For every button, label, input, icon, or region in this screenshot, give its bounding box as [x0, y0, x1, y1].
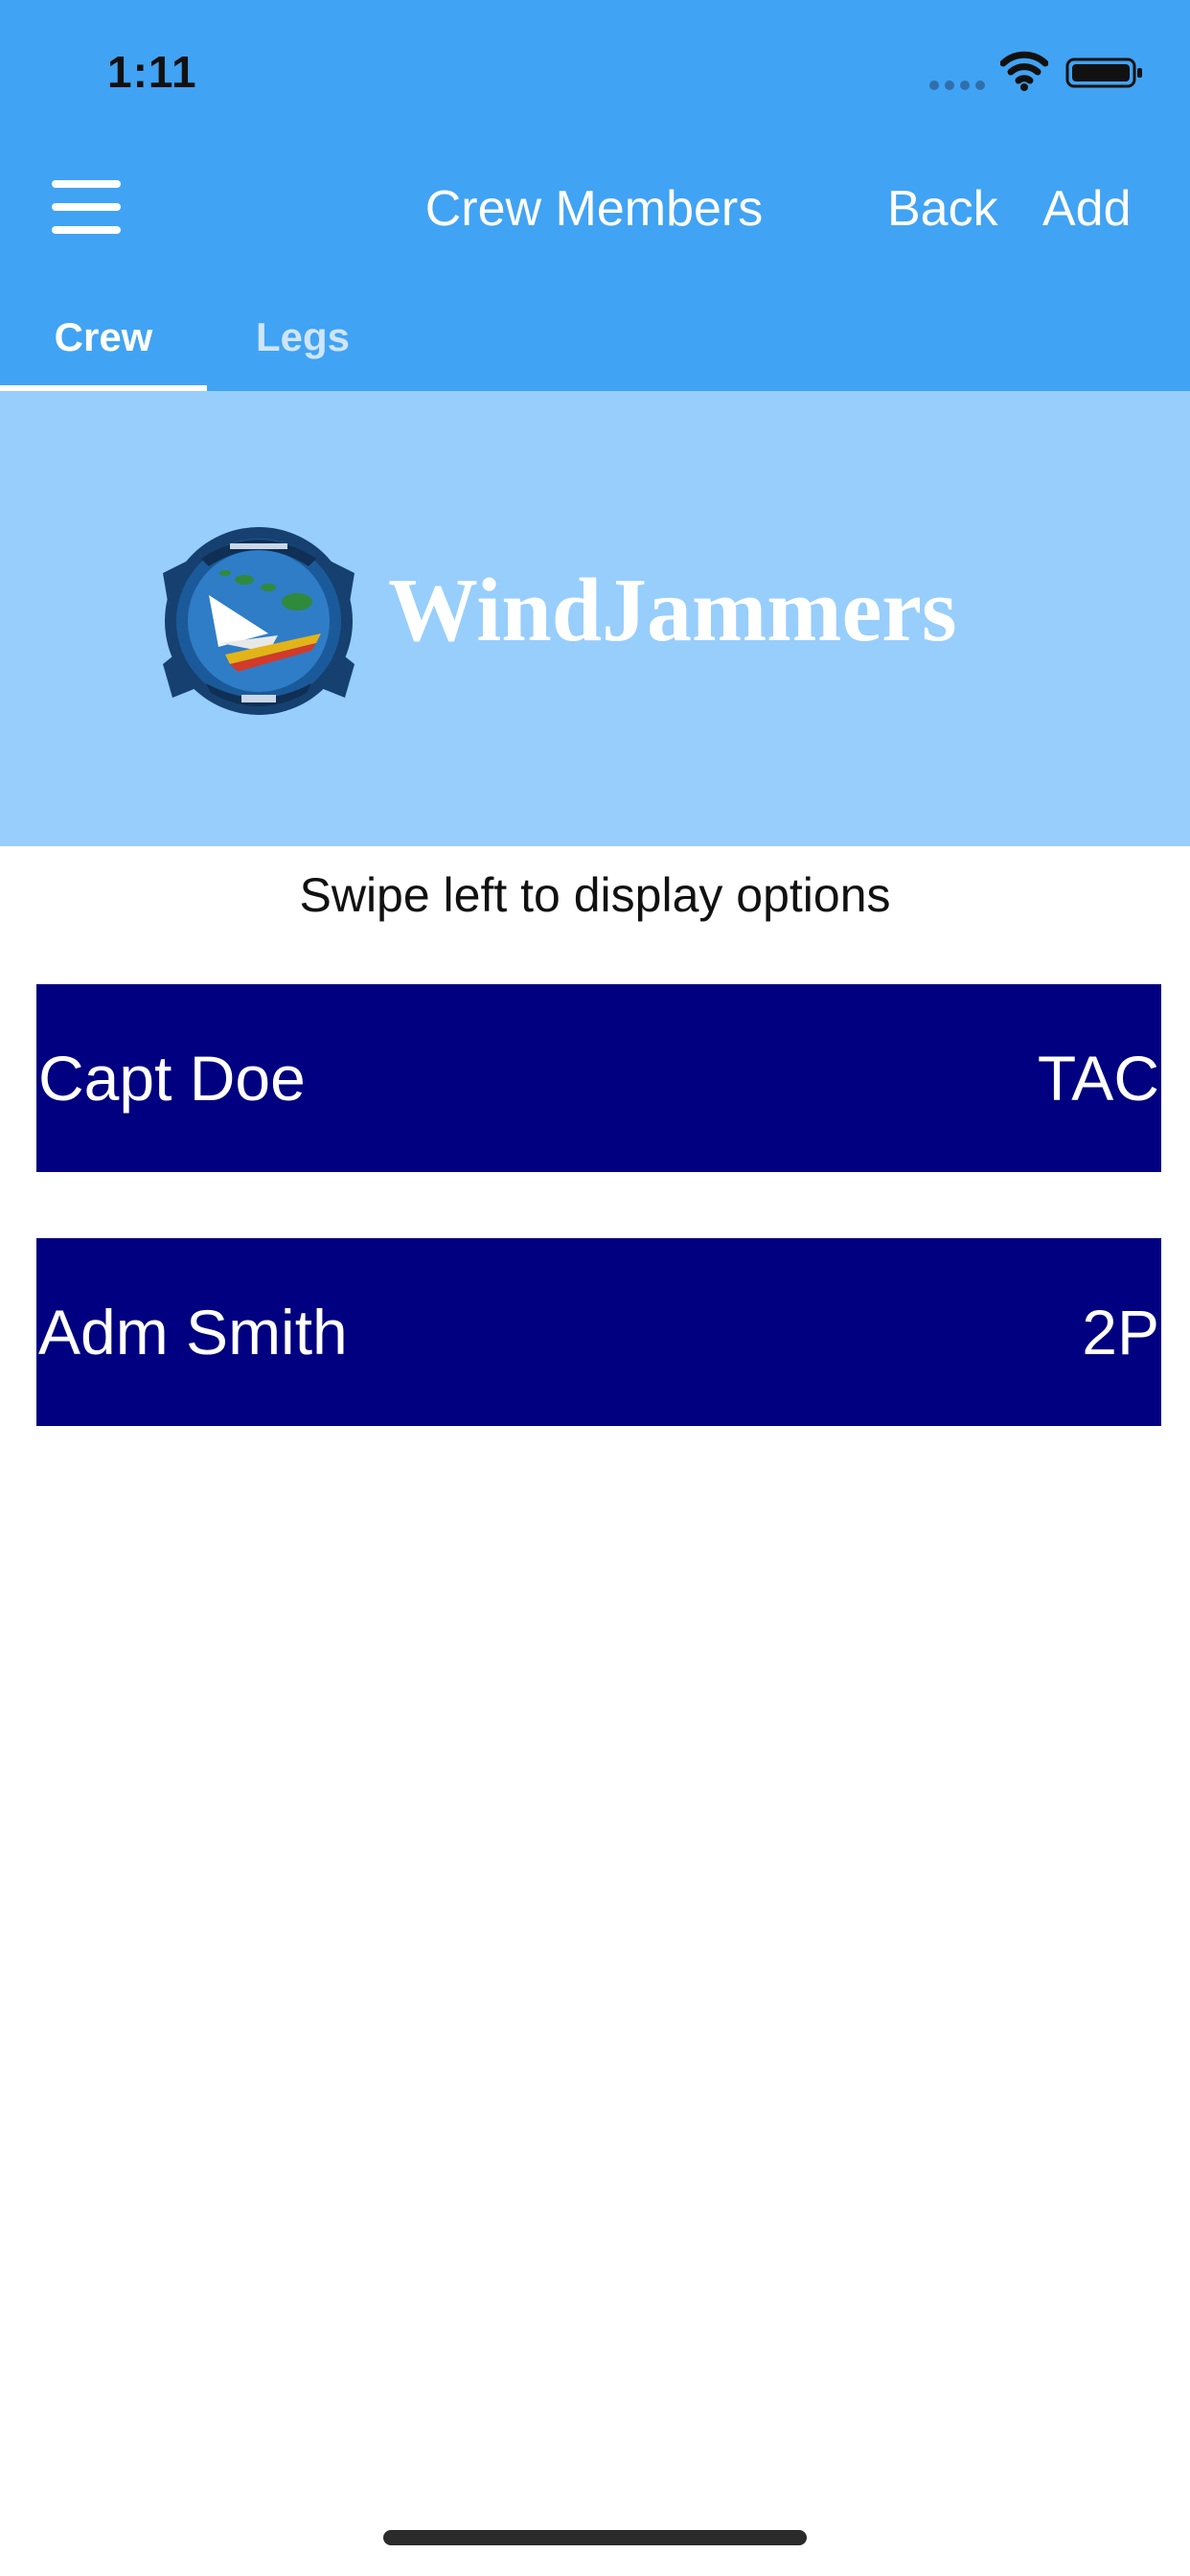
- status-bar: 1:11: [0, 0, 1190, 144]
- battery-icon: [1065, 58, 1142, 88]
- crew-members-screen: 1:11 Crew Members Back Add Crew Legs Win…: [0, 0, 1190, 2576]
- crew-list-item[interactable]: Adm Smith 2P: [36, 1238, 1161, 1426]
- squadron-emblem-icon: [163, 527, 355, 715]
- back-button[interactable]: Back: [887, 180, 998, 238]
- tab-bar: Crew Legs: [0, 299, 1190, 391]
- tab-legs-label: Legs: [255, 314, 351, 359]
- tab-crew[interactable]: Crew: [0, 299, 207, 391]
- crew-name: Capt Doe: [38, 1043, 306, 1114]
- crew-name: Adm Smith: [38, 1297, 348, 1368]
- status-time: 1:11: [107, 47, 197, 97]
- navigation-bar: Crew Members Back Add: [0, 144, 1190, 278]
- swipe-hint: Swipe left to display options: [299, 868, 891, 922]
- crew-role: TAC: [1037, 1043, 1159, 1114]
- squadron-logo-text: WindJammers: [388, 561, 957, 660]
- wifi-icon: [1000, 51, 1048, 91]
- hamburger-menu-icon[interactable]: [52, 180, 121, 234]
- crew-role: 2P: [1082, 1297, 1159, 1368]
- app-header: 1:11 Crew Members Back Add Crew Legs: [0, 0, 1190, 391]
- tab-crew-label: Crew: [54, 314, 153, 359]
- cellular-signal-icon: [929, 80, 987, 90]
- home-indicator[interactable]: [383, 2530, 807, 2545]
- crew-list-item[interactable]: Capt Doe TAC: [36, 984, 1161, 1172]
- squadron-banner: WindJammers: [0, 391, 1190, 846]
- add-button[interactable]: Add: [1042, 180, 1132, 238]
- page-title: Crew Members: [424, 181, 764, 237]
- tab-legs[interactable]: Legs: [207, 299, 399, 391]
